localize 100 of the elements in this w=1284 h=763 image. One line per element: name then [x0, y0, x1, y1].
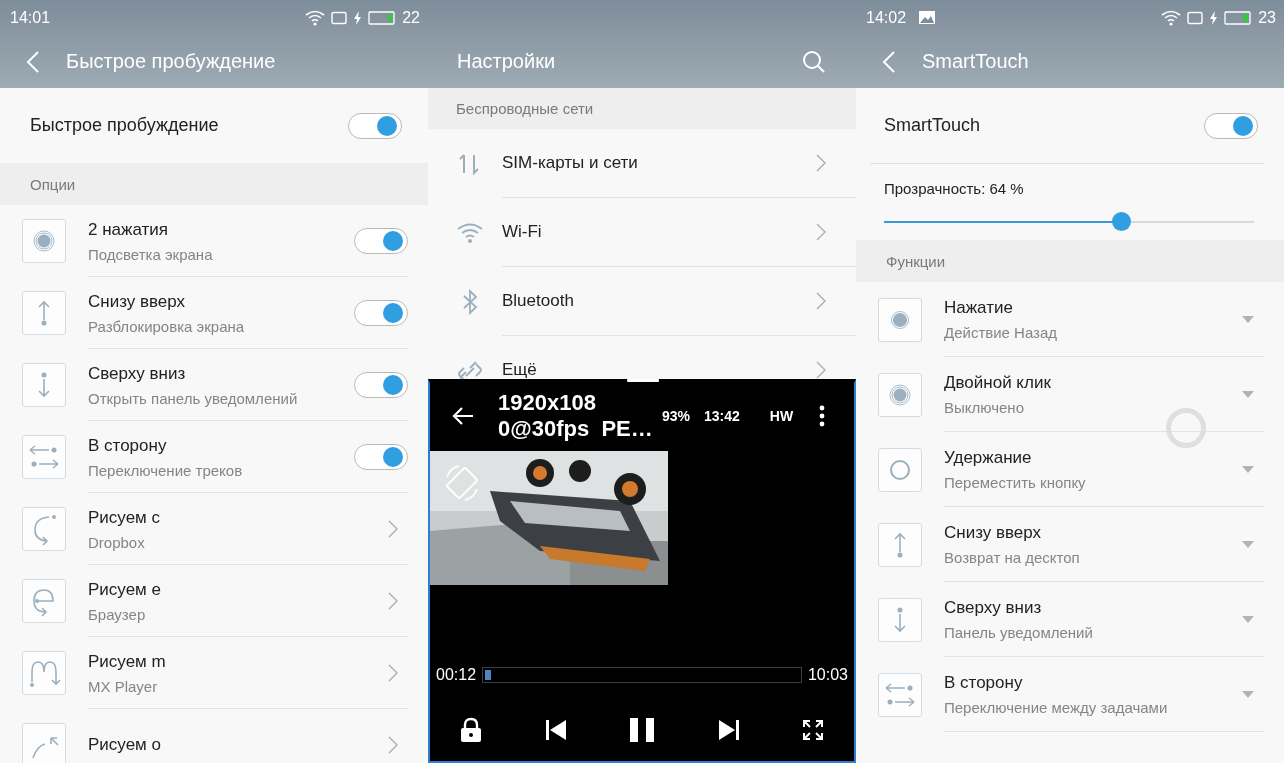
slider-thumb[interactable]: [1111, 212, 1131, 231]
sim-icon: [331, 10, 348, 25]
swipe-sideways-icon: [22, 435, 66, 479]
duration-time: 10:03: [807, 666, 848, 684]
setting-label: SmartTouch: [884, 115, 981, 136]
section-header: Опции: [0, 163, 428, 205]
option-subtitle: Переключение треков: [88, 461, 244, 479]
option-subtitle: MX Player: [88, 677, 159, 695]
chevron-icon[interactable]: [388, 736, 398, 754]
menu-item-label[interactable]: Bluetooth: [502, 291, 574, 311]
status-time: 14:01: [10, 8, 51, 27]
elapsed-time: 00:12: [436, 666, 477, 684]
decoder-toggle[interactable]: HW: [769, 408, 794, 424]
section-header: Функции: [856, 240, 1284, 282]
slider-label: Прозрачность: 64 %: [884, 180, 1025, 197]
chevron-icon[interactable]: [816, 292, 826, 310]
option-subtitle: Dropbox: [88, 533, 146, 551]
toggle-switch[interactable]: [354, 444, 408, 470]
section-header: Беспроводные сети: [428, 88, 856, 129]
chevron-icon[interactable]: [816, 154, 826, 172]
drag-handle[interactable]: [627, 379, 659, 382]
status-time: 14:02: [866, 8, 907, 27]
screen-title: Настройки: [457, 50, 556, 73]
option-title: Двойной клик: [944, 373, 1052, 393]
option-subtitle: Разблокировка экрана: [88, 317, 246, 335]
option-subtitle: Выключено: [944, 399, 1025, 416]
setting-label: Быстрое пробуждение: [30, 115, 219, 136]
option-subtitle: Панель уведомлений: [944, 624, 1094, 641]
target-icon: [878, 372, 922, 417]
option-subtitle: Возврат на десктоп: [944, 549, 1081, 566]
previous-icon[interactable]: [544, 719, 567, 741]
option-title: Нажатие: [944, 298, 1014, 318]
clock-time: 13:42: [704, 408, 740, 424]
chevron-icon[interactable]: [388, 520, 398, 538]
swipe-down-icon: [22, 363, 66, 407]
option-title: В сторону: [88, 435, 168, 456]
seek-bar[interactable]: [482, 667, 802, 683]
toggle-switch[interactable]: [348, 112, 402, 139]
option-title: Снизу вверх: [944, 523, 1043, 543]
menu-item-label[interactable]: SIM-карты и сети: [502, 153, 638, 173]
battery-percent: 93%: [662, 408, 691, 424]
menu-item-label[interactable]: Ещё: [502, 360, 537, 380]
option-subtitle: Подсветка экрана: [88, 245, 214, 263]
option-title: Рисуем m: [88, 651, 167, 672]
image-icon: [918, 10, 937, 25]
toggle-switch[interactable]: [354, 372, 408, 398]
back-icon[interactable]: [26, 49, 40, 74]
chevron-icon[interactable]: [388, 592, 398, 610]
battery-percent: 23: [1258, 8, 1276, 27]
option-subtitle: Открыть панель уведомлений: [88, 389, 299, 407]
toggle-switch[interactable]: [1204, 112, 1258, 139]
pause-icon[interactable]: [629, 718, 655, 742]
dropdown-icon[interactable]: [1242, 691, 1254, 698]
option-title: Рисуем o: [88, 735, 162, 755]
option-title: 2 нажатия: [88, 219, 169, 240]
chevron-icon[interactable]: [388, 664, 398, 682]
dropdown-icon[interactable]: [1242, 466, 1254, 473]
back-icon[interactable]: [882, 49, 896, 74]
lock-icon[interactable]: [460, 717, 482, 743]
swipe-up-icon: [878, 522, 922, 567]
back-arrow-icon[interactable]: [452, 406, 474, 426]
charging-icon: [353, 10, 363, 25]
target-icon: [22, 219, 66, 263]
option-title: Рисуем e: [88, 579, 162, 600]
battery-percent: 22: [402, 8, 420, 27]
option-title: Сверху вниз: [88, 363, 187, 384]
toggle-switch[interactable]: [354, 228, 408, 254]
option-subtitle: Переключение между задачами: [944, 699, 1169, 716]
charging-icon: [1209, 10, 1219, 25]
dropdown-icon[interactable]: [1242, 616, 1254, 623]
option-subtitle: Браузер: [88, 605, 147, 623]
swipe-up-icon: [22, 291, 66, 335]
chevron-icon[interactable]: [816, 361, 826, 379]
sim-icon: [1187, 10, 1204, 25]
toggle-switch[interactable]: [354, 300, 408, 326]
wifi-icon: [1161, 9, 1182, 26]
option-title: В сторону: [944, 673, 1024, 693]
option-title: Рисуем c: [88, 507, 161, 528]
battery-icon: [368, 10, 397, 25]
swipe-sideways-icon: [878, 672, 922, 717]
dropdown-icon[interactable]: [1242, 541, 1254, 548]
search-icon[interactable]: [802, 49, 826, 74]
swipe-down-icon: [878, 597, 922, 642]
option-title: Сверху вниз: [944, 598, 1043, 618]
option-subtitle: Действие Назад: [944, 324, 1059, 341]
floating-ring-button[interactable]: [1166, 408, 1206, 448]
fullscreen-icon[interactable]: [802, 719, 824, 741]
dropdown-icon[interactable]: [1242, 316, 1254, 323]
next-icon[interactable]: [717, 719, 740, 741]
screen-title: SmartTouch: [922, 50, 1029, 73]
more-icon[interactable]: [819, 405, 826, 427]
chevron-icon[interactable]: [816, 223, 826, 241]
option-title: Снизу вверх: [88, 291, 187, 312]
wifi-icon: [305, 9, 326, 26]
menu-item-label[interactable]: Wi-Fi: [502, 222, 542, 242]
option-subtitle: Переместить кнопку: [944, 474, 1087, 491]
screen-title: Быстрое пробуждение: [66, 50, 276, 73]
option-title: Удержание: [944, 448, 1033, 468]
dropdown-icon[interactable]: [1242, 391, 1254, 398]
battery-icon: [1224, 10, 1253, 25]
